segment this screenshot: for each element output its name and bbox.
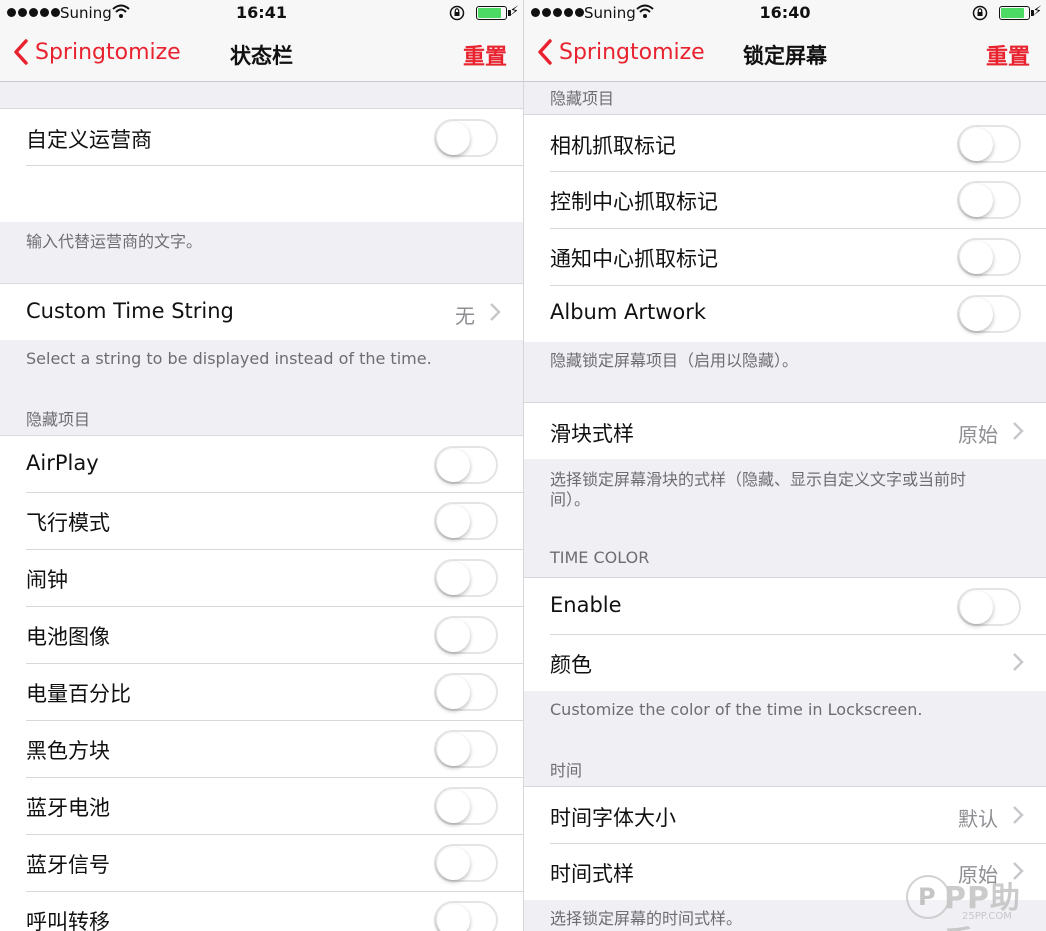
slider-style-footer-note: 选择锁定屏幕滑块的式样（隐藏、显示自定义文字或当前时间）。 [550, 470, 967, 509]
hide-item-toggle[interactable] [434, 559, 498, 597]
hide-item-label: 通知中心抓取标记 [550, 247, 718, 271]
chevron-right-icon [1013, 653, 1024, 671]
watermark-logo: P PP助手 25PP.COM [906, 869, 1038, 931]
hide-item-row: 相机抓取标记 [524, 114, 1046, 171]
hide-item-label: 呼叫转移 [26, 910, 110, 931]
slider-style-value: 原始 [958, 423, 998, 447]
slider-style-row[interactable]: 滑块式样 原始 [524, 402, 1046, 459]
hide-item-toggle[interactable] [434, 616, 498, 654]
time-color-footer-note: Customize the color of the time in Locks… [550, 700, 923, 719]
hide-item-row: 通知中心抓取标记 [524, 228, 1046, 285]
status-bar: Suning 16:40 ⚡ [524, 0, 1046, 26]
time-font-size-row[interactable]: 时间字体大小 默认 [524, 786, 1046, 843]
hide-item-toggle[interactable] [434, 901, 498, 931]
custom-carrier-label: 自定义运营商 [26, 128, 152, 152]
status-bar-settings-screen: Suning 16:41 ⚡ Springtomize 状态栏 重置 自定义运营… [0, 0, 523, 931]
hide-item-toggle[interactable] [957, 125, 1021, 163]
chevron-right-icon [1013, 806, 1024, 824]
hide-item-label: 电量百分比 [26, 682, 131, 706]
hide-item-row: 电量百分比 [0, 663, 523, 720]
hide-items-footer-note: 隐藏锁定屏幕项目（启用以隐藏）。 [550, 351, 799, 370]
custom-time-string-value: 无 [455, 304, 475, 328]
hide-item-row: 黑色方块 [0, 720, 523, 777]
hide-item-label: 控制中心抓取标记 [550, 190, 718, 214]
carrier-footer-note: 输入代替运营商的文字。 [26, 232, 203, 251]
hide-item-toggle[interactable] [957, 238, 1021, 276]
reset-button[interactable]: 重置 [463, 39, 507, 71]
page-title: 锁定屏幕 [743, 44, 827, 68]
custom-time-footer-note: Select a string to be displayed instead … [26, 349, 432, 368]
enable-row: Enable [524, 577, 1046, 634]
hide-items-section-header: 隐藏项目 [550, 89, 615, 108]
reset-button[interactable]: 重置 [986, 39, 1030, 71]
hide-item-toggle[interactable] [434, 673, 498, 711]
slider-style-label: 滑块式样 [550, 422, 634, 446]
time-style-label: 时间式样 [550, 862, 634, 886]
hide-item-row: 呼叫转移 [0, 891, 523, 931]
hide-item-toggle[interactable] [434, 844, 498, 882]
top-bar: Suning 16:41 ⚡ Springtomize 状态栏 重置 [0, 0, 523, 82]
orientation-lock-icon [972, 5, 988, 21]
time-font-size-label: 时间字体大小 [550, 806, 676, 830]
navigation-bar: Springtomize 锁定屏幕 重置 [524, 26, 1046, 82]
chevron-right-icon [490, 303, 501, 321]
watermark-text: PP助手 [944, 881, 1021, 931]
clock: 16:41 [236, 3, 287, 22]
hide-item-toggle[interactable] [434, 787, 498, 825]
custom-time-string-label: Custom Time String [26, 299, 234, 323]
hide-item-label: 飞行模式 [26, 511, 110, 535]
hide-item-label: 蓝牙电池 [26, 796, 110, 820]
page-title: 状态栏 [230, 44, 293, 68]
enable-toggle[interactable] [957, 588, 1021, 626]
clock: 16:40 [759, 3, 811, 22]
hide-item-toggle[interactable] [434, 446, 498, 484]
status-bar: Suning 16:41 ⚡ [0, 0, 523, 26]
hide-item-toggle[interactable] [434, 502, 498, 540]
hide-items-section-header: 隐藏项目 [26, 410, 91, 429]
hide-item-label: 黑色方块 [26, 739, 110, 763]
hide-item-row: AirPlay [0, 435, 523, 492]
hide-item-toggle[interactable] [957, 295, 1021, 333]
hide-item-row: 蓝牙电池 [0, 777, 523, 834]
custom-carrier-row: 自定义运营商 [0, 108, 523, 165]
custom-carrier-toggle[interactable] [434, 119, 498, 157]
carrier-text-input-row[interactable] [0, 165, 523, 222]
hide-item-label: 闹钟 [26, 568, 68, 592]
orientation-lock-icon [449, 5, 465, 21]
color-row[interactable]: 颜色 [524, 634, 1046, 691]
hide-item-row: 电池图像 [0, 606, 523, 663]
battery-icon [476, 6, 511, 20]
hide-item-label: 相机抓取标记 [550, 134, 676, 158]
charging-bolt-icon: ⚡ [1032, 4, 1042, 19]
navigation-bar: Springtomize 状态栏 重置 [0, 26, 523, 82]
hide-item-label: Album Artwork [550, 300, 707, 324]
hide-item-toggle[interactable] [957, 181, 1021, 219]
hide-item-label: 电池图像 [26, 625, 110, 649]
hide-item-row: 控制中心抓取标记 [524, 171, 1046, 228]
watermark-url: 25PP.COM [962, 911, 1012, 922]
chevron-right-icon [1013, 422, 1024, 440]
hide-item-row: 飞行模式 [0, 492, 523, 549]
hide-item-row: 闹钟 [0, 549, 523, 606]
time-color-section-header: TIME COLOR [550, 548, 650, 567]
battery-icon [999, 6, 1034, 20]
color-label: 颜色 [550, 653, 592, 677]
lock-screen-settings-screen: Suning 16:40 ⚡ Springtomize 锁定屏幕 重置 隐藏项目… [523, 0, 1046, 931]
hide-item-toggle[interactable] [434, 730, 498, 768]
custom-time-string-row[interactable]: Custom Time String 无 [0, 283, 523, 340]
hide-item-row: Album Artwork [524, 285, 1046, 342]
time-section-header: 时间 [550, 761, 583, 780]
enable-label: Enable [550, 593, 622, 617]
time-font-size-value: 默认 [958, 807, 998, 831]
hide-item-row: 蓝牙信号 [0, 834, 523, 891]
charging-bolt-icon: ⚡ [509, 4, 519, 19]
hide-item-label: 蓝牙信号 [26, 853, 110, 877]
top-bar: Suning 16:40 ⚡ Springtomize 锁定屏幕 重置 [524, 0, 1046, 82]
hide-item-label: AirPlay [26, 451, 99, 475]
